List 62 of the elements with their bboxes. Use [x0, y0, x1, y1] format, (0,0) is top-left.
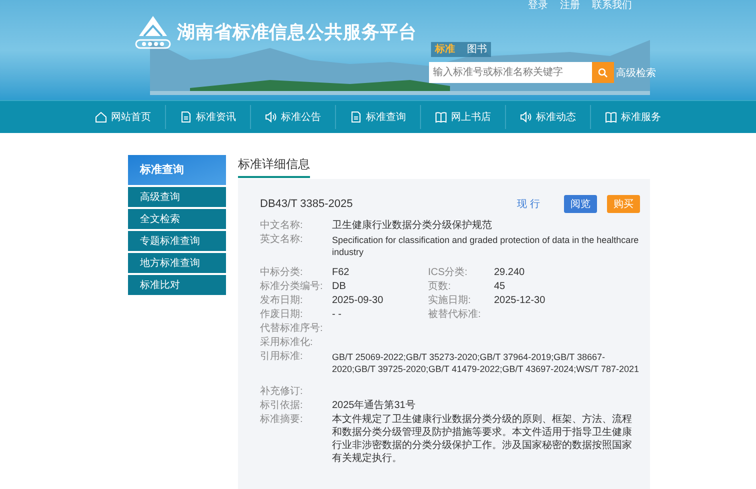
field-value: 卫生健康行业数据分类分级保护规范	[332, 219, 493, 233]
field-value: 本文件规定了卫生健康行业数据分类分级的原则、框架、方法、流程和数据分类分级管理及防护措施等要求。本文件适用于指导卫生健康行业非涉密数据的分类分级保护工作。涉及国家秘密的数据按照国家有关规定执行。	[332, 413, 633, 465]
field-value: F62	[332, 267, 350, 278]
sidebar-title: 标准查询	[128, 155, 226, 185]
field-label: 中文名称:	[260, 219, 304, 233]
search-icon	[598, 68, 608, 78]
field-value: 2025年通告第31号	[332, 399, 416, 413]
header-link[interactable]: 联系我们	[592, 1, 632, 11]
field-label: 英文名称:	[260, 233, 304, 247]
field-label: 中标分类:	[260, 266, 304, 280]
field-label: 引用标准:	[260, 350, 304, 364]
nav-link[interactable]: 标准查询	[336, 110, 420, 124]
sidebar-item[interactable]: 标准比对	[128, 275, 226, 295]
site-title: 湖南省标准信息公共服务平台	[177, 21, 417, 44]
field-label: 标引依据:	[260, 399, 304, 413]
nav-link[interactable]: 标准服务	[591, 110, 675, 124]
speaker-icon	[520, 111, 532, 123]
field-label: 页数:	[428, 280, 452, 294]
field-value: - -	[332, 309, 342, 320]
status-text: 现 行	[517, 198, 540, 212]
sidebar-item[interactable]: 全文检索	[128, 209, 226, 229]
house-icon	[95, 111, 107, 123]
header-link[interactable]: 登录	[528, 1, 548, 11]
sidebar-item[interactable]: 专题标准查询	[128, 231, 226, 251]
book-icon	[435, 111, 447, 123]
document-icon	[350, 111, 362, 123]
standard-code: DB43/T 3385-2025	[260, 196, 353, 212]
field-label: 发布日期:	[260, 294, 304, 308]
field-label: 采用标准化:	[260, 336, 314, 350]
search-tab[interactable]: 标准	[435, 42, 455, 57]
speaker-icon	[265, 111, 277, 123]
sidebar-item[interactable]: 地方标准查询	[128, 253, 226, 273]
field-label: 作废日期:	[260, 308, 304, 322]
nav-link[interactable]: 标准动态	[506, 110, 590, 124]
field-label: 标准摘要:	[260, 413, 304, 427]
field-value: 2025-12-30	[494, 294, 546, 308]
logo-icon	[133, 14, 173, 50]
search-tab[interactable]: 图书	[467, 42, 487, 57]
field-label: 标准分类编号:	[260, 280, 324, 294]
sidebar-item[interactable]: 高级查询	[128, 187, 226, 207]
read-button[interactable]: 阅览	[564, 195, 597, 213]
field-value: 45	[494, 280, 506, 294]
field-value: 2025-09-30	[332, 295, 384, 306]
search-field[interactable]: 输入标准号或标准名称关键字	[429, 62, 592, 83]
field-label: 代替标准序号:	[260, 322, 324, 336]
nav-link[interactable]: 网上书店	[421, 110, 505, 124]
field-value: DB	[332, 281, 346, 292]
document-icon	[180, 111, 192, 123]
advanced-search-link[interactable]: 高级检索	[616, 66, 656, 81]
nav-link[interactable]: 网站首页	[81, 110, 165, 124]
book-icon	[605, 111, 617, 123]
nav-link[interactable]: 标准公告	[251, 110, 335, 124]
field-value: Specification for classification and graded protection of data in the healthcare industry	[332, 234, 640, 258]
buy-button[interactable]: 购买	[607, 195, 640, 213]
nav-link[interactable]: 标准资讯	[166, 110, 250, 124]
field-value: GB/T 25069-2022;GB/T 35273-2020;GB/T 37964-2019;GB/T 38667-2020;GB/T 39725-2020;GB/T 41479-2022;GB/T 43697-2024;WS/T 787-2021	[332, 351, 640, 375]
field-label: 被替代标准:	[428, 308, 482, 322]
search-button[interactable]	[592, 62, 614, 83]
field-value: 29.240	[494, 266, 525, 280]
field-label: ICS分类:	[428, 266, 468, 280]
field-label: 补充修订:	[260, 385, 304, 399]
field-label: 实施日期:	[428, 294, 472, 308]
